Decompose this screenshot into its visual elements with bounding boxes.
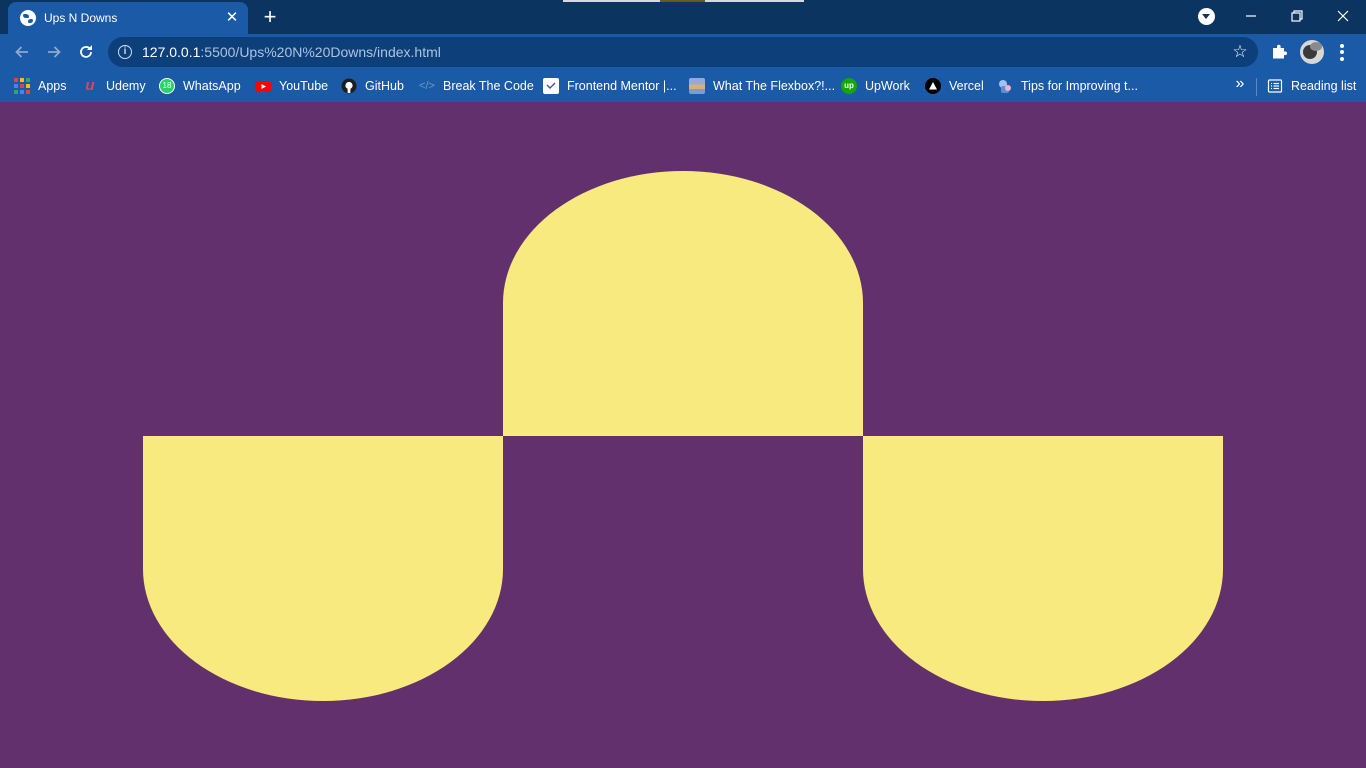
downward-half-ellipse-left: [143, 436, 503, 701]
extensions-puzzle-icon[interactable]: [1269, 42, 1289, 62]
reading-list-label: Reading list: [1291, 79, 1357, 93]
bookmark-apps[interactable]: Apps: [14, 76, 67, 96]
reload-button[interactable]: [72, 38, 100, 66]
forward-button[interactable]: [40, 38, 68, 66]
bookmark-label: Vercel: [949, 79, 984, 93]
whatsapp-icon: 18: [159, 78, 175, 94]
page-viewport: [0, 102, 1366, 768]
upward-half-ellipse-center: [503, 171, 863, 436]
bookmark-label: WhatsApp: [183, 79, 241, 93]
vercel-icon: [925, 78, 941, 94]
github-icon: [341, 78, 357, 94]
bookmark-label: YouTube: [279, 79, 329, 93]
bookmark-label: What The Flexbox?!...: [713, 79, 836, 93]
browser-tab-active[interactable]: Ups N Downs ✕: [8, 2, 248, 34]
url-host: 127.0.0.1: [142, 44, 201, 60]
reading-list-button[interactable]: Reading list: [1267, 76, 1356, 96]
tab-title: Ups N Downs: [44, 11, 118, 25]
close-window-button[interactable]: [1320, 0, 1366, 32]
bookmark-tips-article[interactable]: Tips for Improving t...: [997, 76, 1138, 96]
minimize-icon: [1246, 15, 1256, 17]
upwork-icon: up: [841, 78, 857, 94]
bookmark-whatsapp[interactable]: 18 WhatsApp: [159, 76, 241, 96]
bookmark-break-the-code[interactable]: </> Break The Code: [419, 76, 534, 96]
article-icon: [997, 78, 1013, 94]
bookmark-label: GitHub: [365, 79, 404, 93]
bookmark-udemy[interactable]: u Udemy: [82, 76, 146, 96]
profile-avatar[interactable]: [1300, 40, 1324, 64]
bookmark-vercel[interactable]: Vercel: [925, 76, 984, 96]
address-bar[interactable]: i 127.0.0.1:5500/Ups%20N%20Downs/index.h…: [108, 37, 1258, 67]
browser-title-bar: Ups N Downs ✕ +: [0, 0, 1366, 34]
bookmark-github[interactable]: GitHub: [341, 76, 404, 96]
bookmarks-overflow-icon[interactable]: »: [1232, 74, 1248, 94]
back-arrow-icon: [15, 46, 28, 58]
globe-icon: [20, 10, 36, 26]
window-top-edge-accent: [660, 0, 705, 2]
apps-grid-icon: [14, 78, 30, 94]
restore-icon: [1291, 10, 1303, 22]
bookmark-label: Tips for Improving t...: [1021, 79, 1138, 93]
bookmark-label: Apps: [38, 79, 67, 93]
bookmark-label: Frontend Mentor |...: [567, 79, 677, 93]
youtube-icon: [255, 78, 271, 94]
bookmark-upwork[interactable]: up UpWork: [841, 76, 910, 96]
downward-half-ellipse-right: [863, 436, 1223, 701]
udemy-icon: u: [85, 77, 95, 94]
restore-button[interactable]: [1274, 0, 1320, 32]
back-button[interactable]: [8, 38, 36, 66]
bookmark-star-icon[interactable]: ☆: [1230, 42, 1250, 62]
new-tab-button[interactable]: +: [258, 6, 282, 30]
tab-close-icon[interactable]: ✕: [224, 10, 240, 26]
bookmarks-divider: [1256, 78, 1257, 96]
bookmark-label: UpWork: [865, 79, 910, 93]
browser-menu-icon[interactable]: [1334, 41, 1350, 63]
code-icon: </>: [419, 80, 435, 92]
site-info-icon[interactable]: i: [118, 45, 132, 59]
bookmark-frontend-mentor[interactable]: Frontend Mentor |...: [543, 76, 677, 96]
address-url[interactable]: 127.0.0.1:5500/Ups%20N%20Downs/index.htm…: [142, 44, 441, 60]
url-path: :5500/Ups%20N%20Downs/index.html: [200, 44, 441, 60]
forward-arrow-icon: [48, 46, 61, 58]
bookmark-label: Udemy: [106, 79, 146, 93]
reload-icon: [80, 45, 92, 58]
frontend-mentor-icon: [543, 78, 559, 94]
close-icon: [1337, 10, 1349, 22]
browser-toolbar: i 127.0.0.1:5500/Ups%20N%20Downs/index.h…: [0, 34, 1366, 70]
minimize-button[interactable]: [1228, 0, 1274, 32]
bookmark-flexbox[interactable]: What The Flexbox?!...: [689, 76, 835, 96]
tab-search-icon[interactable]: [1198, 8, 1215, 25]
bookmarks-bar: Apps u Udemy 18 WhatsApp YouTube GitHub …: [0, 70, 1366, 102]
reading-list-icon: [1267, 78, 1283, 94]
bookmark-label: Break The Code: [443, 79, 534, 93]
flexbox-icon: [689, 78, 705, 94]
bookmark-youtube[interactable]: YouTube: [255, 76, 328, 96]
